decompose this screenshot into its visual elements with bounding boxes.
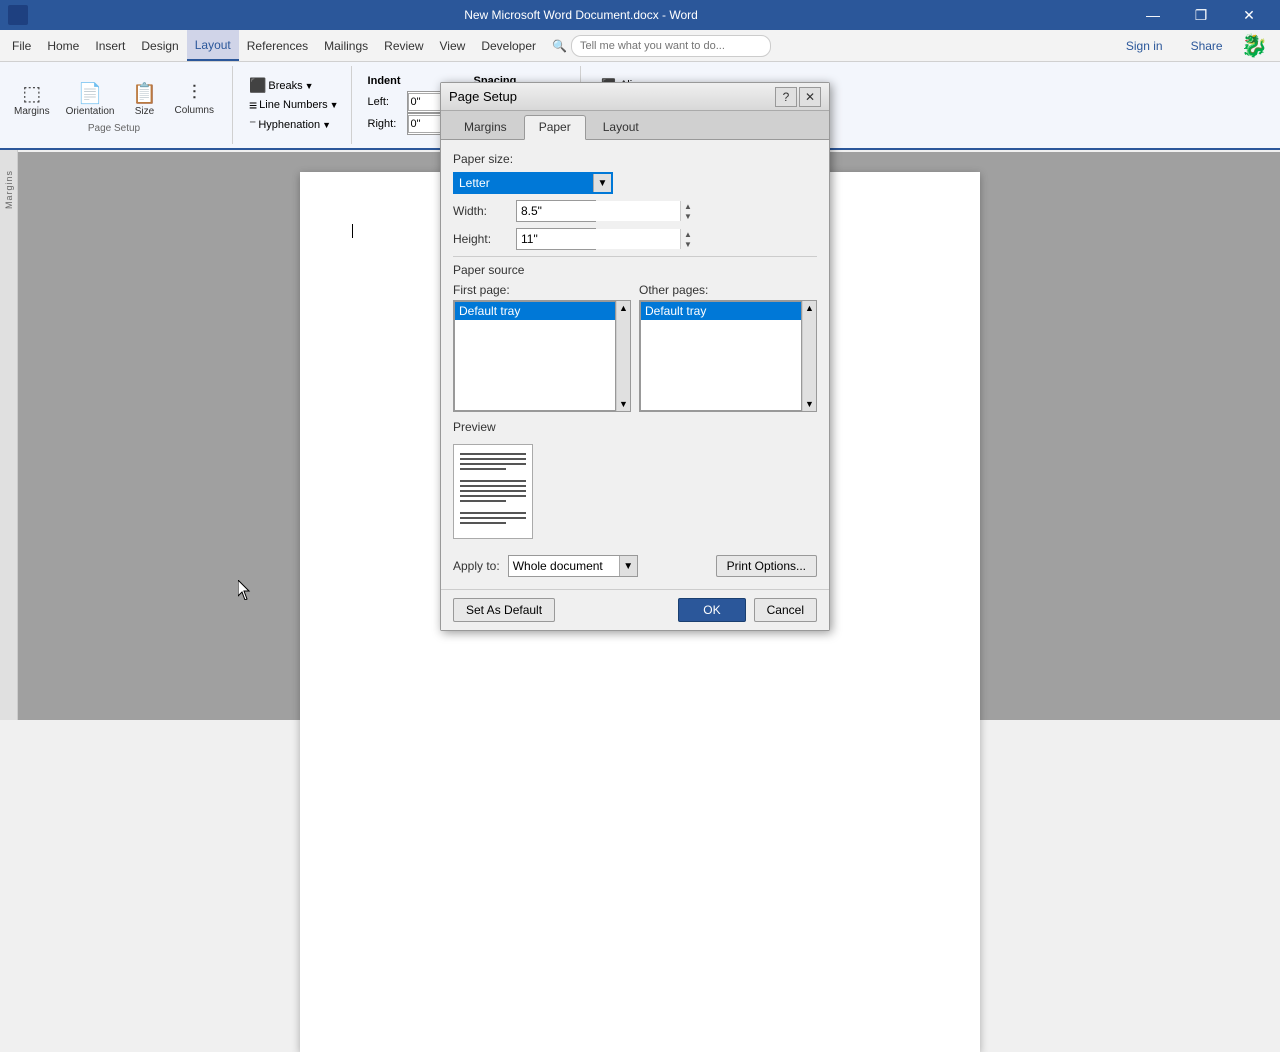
preview-line-12	[460, 522, 506, 524]
apply-to-value: Whole document	[509, 559, 619, 573]
width-row: Width: ▲ ▼	[453, 200, 817, 222]
first-page-scroll-down[interactable]: ▼	[619, 399, 628, 409]
first-page-col: First page: Default tray ▲ ▼	[453, 283, 631, 412]
dialog-title-bar: Page Setup ? ✕	[441, 83, 829, 111]
first-page-scroll-up[interactable]: ▲	[619, 303, 628, 313]
preview-box	[453, 438, 817, 545]
other-pages-scrollbar[interactable]: ▲ ▼	[802, 301, 816, 411]
other-pages-default-tray[interactable]: Default tray	[641, 302, 801, 320]
paper-size-arrow[interactable]: ▼	[593, 174, 611, 192]
section-divider-1	[453, 256, 817, 257]
apply-to-row: Apply to: Whole document ▼ Print Options…	[453, 555, 817, 577]
first-page-label: First page:	[453, 283, 631, 297]
preview-line-3	[460, 463, 526, 465]
cancel-button[interactable]: Cancel	[754, 598, 817, 622]
preview-gap	[460, 473, 526, 477]
width-input: ▲ ▼	[516, 200, 596, 222]
height-up-arrow[interactable]: ▲	[681, 229, 695, 239]
width-value[interactable]	[517, 201, 680, 221]
dialog-title: Page Setup	[449, 89, 517, 104]
preview-line-2	[460, 458, 526, 460]
first-page-default-tray[interactable]: Default tray	[455, 302, 615, 320]
paper-size-row: Letter ▼	[453, 172, 817, 194]
dialog-tabs: Margins Paper Layout	[441, 111, 829, 140]
tab-paper[interactable]: Paper	[524, 115, 586, 140]
print-options-button[interactable]: Print Options...	[716, 555, 817, 577]
first-page-listbox-container: Default tray ▲ ▼	[453, 300, 631, 412]
preview-line-10	[460, 512, 526, 514]
width-down-arrow[interactable]: ▼	[681, 211, 695, 221]
ok-cancel-buttons: OK Cancel	[678, 598, 817, 622]
height-down-arrow[interactable]: ▼	[681, 239, 695, 249]
preview-line-5	[460, 480, 526, 482]
tab-layout[interactable]: Layout	[588, 115, 654, 139]
first-page-listbox[interactable]: Default tray	[454, 301, 616, 411]
paper-source-area: First page: Default tray ▲ ▼ Other pages…	[453, 283, 817, 412]
dialog-content: Paper size: Letter ▼ Width: ▲ ▼	[441, 140, 829, 589]
paper-size-section-label: Paper size:	[453, 152, 817, 166]
preview-line-7	[460, 490, 526, 492]
dialog-title-buttons: ? ✕	[775, 87, 821, 107]
page-setup-dialog: Page Setup ? ✕ Margins Paper Layout Pape…	[440, 82, 830, 631]
width-label: Width:	[453, 204, 508, 218]
dialog-buttons: Set As Default OK Cancel	[441, 589, 829, 630]
dialog-close-button[interactable]: ✕	[799, 87, 821, 107]
preview-line-6	[460, 485, 526, 487]
apply-to-arrow[interactable]: ▼	[619, 556, 637, 576]
dialog-help-button[interactable]: ?	[775, 87, 797, 107]
width-up-arrow[interactable]: ▲	[681, 201, 695, 211]
width-spinner-arrows: ▲ ▼	[680, 201, 695, 221]
height-label: Height:	[453, 232, 508, 246]
other-pages-listbox-container: Default tray ▲ ▼	[639, 300, 817, 412]
paper-size-value: Letter	[455, 174, 593, 192]
preview-section: Preview	[453, 420, 817, 545]
apply-to-select[interactable]: Whole document ▼	[508, 555, 638, 577]
dialog-overlay: Page Setup ? ✕ Margins Paper Layout Pape…	[0, 0, 1280, 720]
preview-label: Preview	[453, 420, 817, 434]
preview-page	[453, 444, 533, 539]
preview-line-9	[460, 500, 506, 502]
first-page-scrollbar[interactable]: ▲ ▼	[616, 301, 630, 411]
height-row: Height: ▲ ▼	[453, 228, 817, 250]
preview-line-8	[460, 495, 526, 497]
paper-size-select[interactable]: Letter ▼	[453, 172, 613, 194]
preview-line-1	[460, 453, 526, 455]
preview-line-11	[460, 517, 526, 519]
set-as-default-button[interactable]: Set As Default	[453, 598, 555, 622]
height-spinner-arrows: ▲ ▼	[680, 229, 695, 249]
ok-button[interactable]: OK	[678, 598, 745, 622]
tab-margins[interactable]: Margins	[449, 115, 522, 139]
other-pages-label: Other pages:	[639, 283, 817, 297]
height-input: ▲ ▼	[516, 228, 596, 250]
other-pages-scroll-up[interactable]: ▲	[805, 303, 814, 313]
other-pages-col: Other pages: Default tray ▲ ▼	[639, 283, 817, 412]
other-pages-scroll-down[interactable]: ▼	[805, 399, 814, 409]
preview-line-4	[460, 468, 506, 470]
preview-gap-2	[460, 505, 526, 509]
apply-to-label: Apply to:	[453, 559, 500, 573]
other-pages-listbox[interactable]: Default tray	[640, 301, 802, 411]
height-value[interactable]	[517, 229, 680, 249]
paper-source-label: Paper source	[453, 263, 817, 277]
